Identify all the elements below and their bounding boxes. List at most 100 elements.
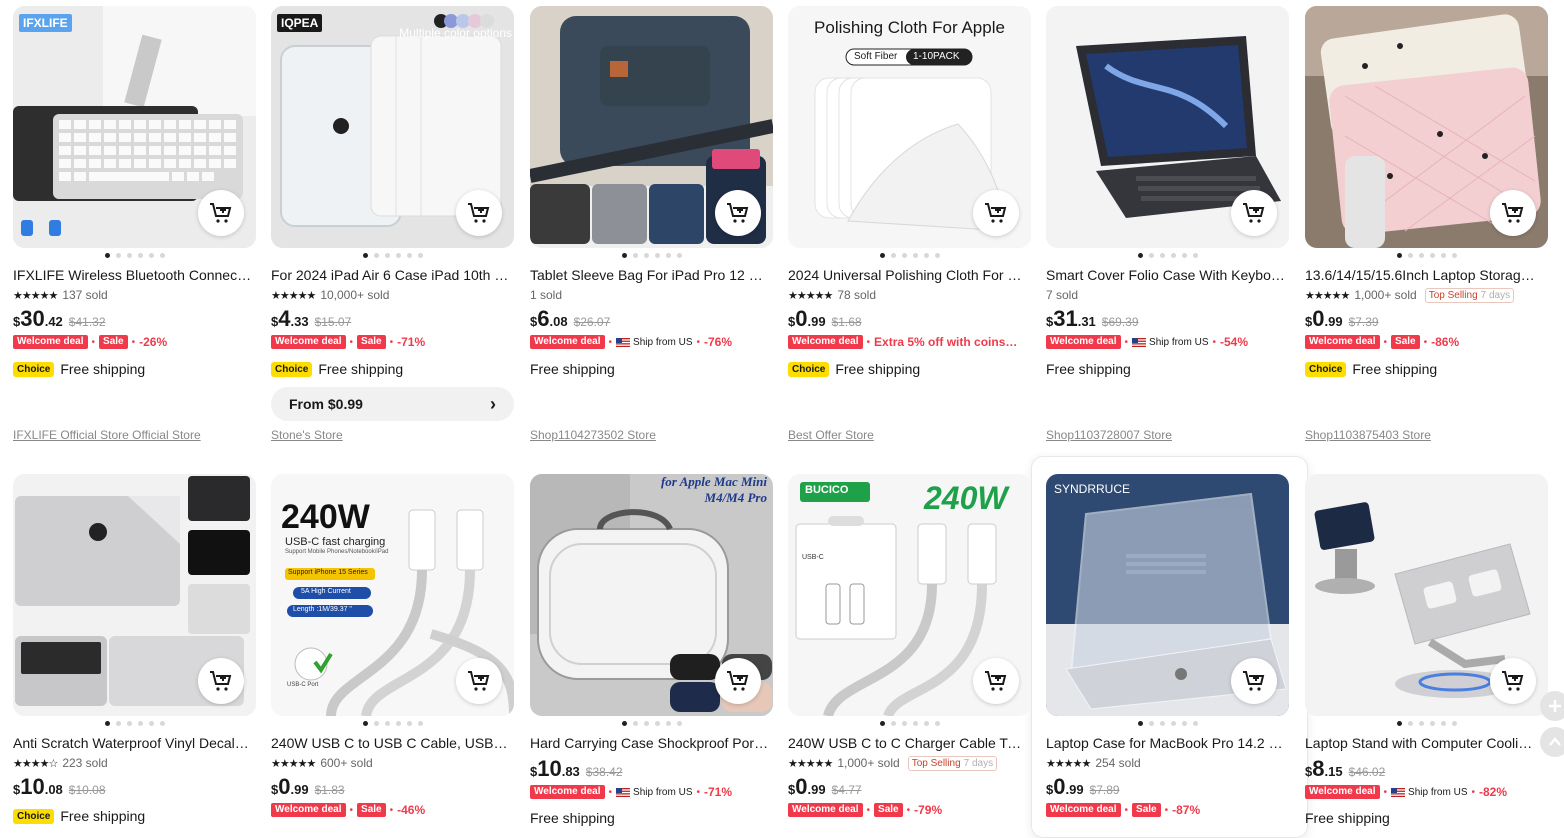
chevron-up-icon [1549,737,1561,746]
original-price: $46.02 [1348,765,1386,779]
product-image[interactable]: BUCICO 240W USB-C [788,474,1031,716]
rating-stars: ★★★★★ [1305,289,1350,302]
store-link[interactable]: Shop1103875403 Store [1305,428,1431,442]
store-link[interactable]: Stone's Store [271,428,343,442]
product-title[interactable]: Laptop Stand with Computer Cooli… [1305,734,1545,752]
us-flag-icon [616,787,631,797]
add-to-cart-button[interactable] [1231,658,1277,704]
store-link[interactable]: Shop1103728007 Store [1046,428,1172,442]
original-price: $1.68 [831,315,862,329]
us-flag-icon [616,337,631,347]
product-card[interactable]: Anti Scratch Waterproof Vinyl Decal… ★★★… [13,474,256,826]
image-carousel-dots [271,253,514,259]
sold-count: 254 sold [1095,756,1141,770]
original-price: $41.32 [68,315,106,329]
product-card[interactable]: BUCICO 240W USB-C 240W USB C to C Charge… [788,474,1031,818]
original-price: $69.39 [1101,315,1139,329]
coins-promo: Extra 5% off with coins… [874,335,1018,349]
sold-count: 137 sold [62,288,108,302]
shipping-info: Free shipping [318,361,404,377]
product-image[interactable] [530,6,773,248]
ship-from-us: Ship from US [616,337,693,348]
image-headline: Polishing Cloth For Apple [814,18,1005,37]
image-carousel-dots [530,721,773,727]
product-image[interactable]: IFXLIFE [13,6,256,248]
original-price: $1.83 [314,783,345,797]
product-image[interactable]: 240W USB-C fast charging Support Mobile … [271,474,514,716]
store-link[interactable]: Best Offer Store [788,428,874,442]
product-card[interactable]: Polishing Cloth For Apple Soft Fiber 1-1… [788,6,1031,379]
product-image[interactable] [1305,6,1548,248]
product-title[interactable]: Laptop Case for MacBook Pro 14.2 … [1046,734,1286,752]
add-to-cart-icon [1243,671,1265,691]
brand-logo: BUCICO [805,484,849,496]
image-carousel-dots [271,721,514,727]
original-price: $38.42 [585,765,623,779]
current-price: $8.15 [1305,756,1343,781]
us-flag-icon [1391,787,1406,797]
product-title[interactable]: 13.6/14/15/15.6Inch Laptop Storag… [1305,266,1545,284]
sale-badge: Sale [357,335,386,349]
product-image[interactable] [1046,6,1289,248]
add-to-cart-button[interactable] [715,658,761,704]
store-link[interactable]: Shop1104273502 Store [530,428,656,442]
product-image[interactable]: SYNDRRUCE [1046,474,1289,716]
product-image[interactable] [1305,474,1548,716]
product-title[interactable]: For 2024 iPad Air 6 Case iPad 10th … [271,266,511,284]
product-image[interactable]: IQPEA Multiple color options [271,6,514,248]
rating-stars: ★★★★★ [1046,757,1091,770]
product-card[interactable]: IQPEA Multiple color options For 2024 iP… [271,6,514,421]
discount-percent: -76% [704,335,733,349]
add-to-cart-button[interactable] [715,190,761,236]
add-to-cart-button[interactable] [198,658,244,704]
add-to-cart-button[interactable] [1490,190,1536,236]
product-image[interactable]: for Apple Mac Mini M4/M4 Pro [530,474,773,716]
image-box-label: USB-C [802,554,824,561]
product-title[interactable]: Smart Cover Folio Case With Keybo… [1046,266,1286,284]
rating-stars: ★★★★★ [788,757,833,770]
add-to-cart-button[interactable] [198,190,244,236]
product-card[interactable]: 240W USB-C fast charging Support Mobile … [271,474,514,818]
from-price-button[interactable]: From $0.99 › [271,387,514,421]
plus-icon [1549,700,1561,712]
back-to-top-button[interactable] [1540,727,1564,757]
choice-badge: Choice [788,361,830,377]
product-card[interactable]: Smart Cover Folio Case With Keybo… 7 sol… [1046,6,1289,379]
add-to-cart-button[interactable] [456,190,502,236]
image-chip-length: Length :1M/39.37 " [293,606,352,613]
current-price: $4.33 [271,306,309,331]
product-card[interactable]: 13.6/14/15/15.6Inch Laptop Storag… ★★★★★… [1305,6,1548,379]
add-to-cart-button[interactable] [973,658,1019,704]
product-title[interactable]: Tablet Sleeve Bag For iPad Pro 12 9 … [530,266,770,284]
product-title[interactable]: IFXLIFE Wireless Bluetooth Connect… [13,266,253,284]
product-title[interactable]: 2024 Universal Polishing Cloth For … [788,266,1028,284]
product-card[interactable]: IFXLIFE IFXLIFE Wireless Bluetooth Conne… [13,6,256,379]
shipping-info: Free shipping [1352,361,1438,377]
product-card[interactable]: SYNDRRUCE Laptop Case for MacBook Pro 14… [1046,474,1289,818]
add-to-cart-button[interactable] [456,658,502,704]
welcome-deal-badge: Welcome deal [530,785,605,799]
add-to-cart-button[interactable] [1490,658,1536,704]
welcome-deal-badge: Welcome deal [271,335,346,349]
floating-add-button[interactable] [1540,691,1564,721]
product-title[interactable]: 240W USB C to USB C Cable, USB C … [271,734,511,752]
image-chip-soft: Soft Fiber [854,51,898,62]
sold-count: 7 sold [1046,288,1079,302]
product-title[interactable]: 240W USB C to C Charger Cable Typ… [788,734,1028,752]
original-price: $15.07 [314,315,352,329]
product-card[interactable]: Tablet Sleeve Bag For iPad Pro 12 9 … 1 … [530,6,773,379]
welcome-deal-badge: Welcome deal [1305,335,1380,349]
store-link[interactable]: IFXLIFE Official Store Official Store [13,428,201,442]
product-image[interactable]: Polishing Cloth For Apple Soft Fiber 1-1… [788,6,1031,248]
product-title[interactable]: Hard Carrying Case Shockproof Por… [530,734,770,752]
current-price: $0.99 [1046,774,1084,799]
product-image[interactable] [13,474,256,716]
product-title[interactable]: Anti Scratch Waterproof Vinyl Decal… [13,734,253,752]
original-price: $7.39 [1348,315,1379,329]
add-to-cart-button[interactable] [1231,190,1277,236]
image-carousel-dots [13,253,256,259]
sold-count: 10,000+ sold [320,288,390,302]
product-card[interactable]: Laptop Stand with Computer Cooli… $8.15 $… [1305,474,1548,828]
product-card[interactable]: for Apple Mac Mini M4/M4 Pro Hard Carryin… [530,474,773,828]
add-to-cart-button[interactable] [973,190,1019,236]
